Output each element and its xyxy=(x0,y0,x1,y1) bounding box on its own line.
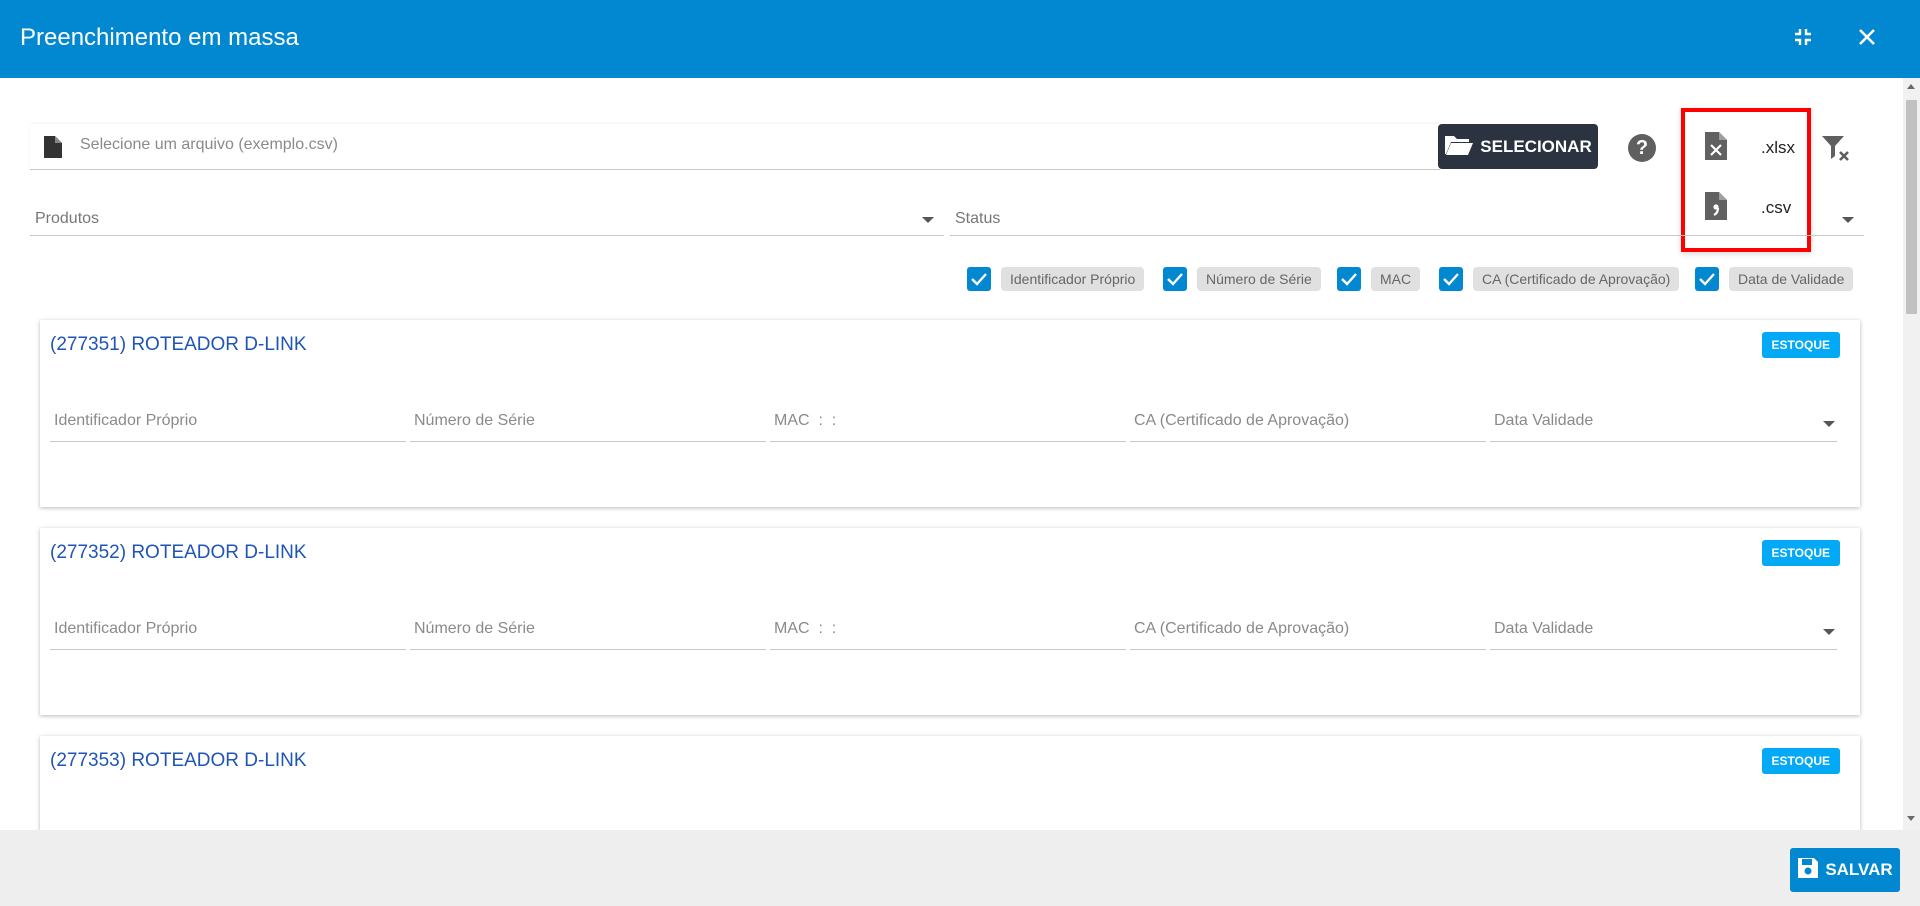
column-chip: CA (Certificado de Aprovação) xyxy=(1473,267,1680,291)
chevron-down-icon xyxy=(922,217,934,223)
mac-input[interactable] xyxy=(770,614,1126,644)
mac-field[interactable] xyxy=(770,614,1126,650)
product-card: (277352) ROTEADOR D-LINK ESTOQUE xyxy=(40,528,1860,715)
dialog-footer: SALVAR xyxy=(0,830,1920,906)
chevron-down-icon xyxy=(1823,421,1835,427)
help-icon[interactable]: ? xyxy=(1628,134,1656,162)
ca-input[interactable] xyxy=(1130,406,1486,436)
ca-input[interactable] xyxy=(1130,614,1486,644)
column-toggle-serie[interactable]: Número de Série xyxy=(1163,266,1321,292)
column-toggle-validade[interactable]: Data de Validade xyxy=(1695,266,1854,292)
column-chip: Data de Validade xyxy=(1729,267,1854,291)
checkbox-checked[interactable] xyxy=(1695,267,1719,291)
clear-filter-button[interactable] xyxy=(1820,134,1852,169)
chevron-down-icon xyxy=(1842,217,1854,223)
folder-open-icon xyxy=(1444,133,1474,160)
close-icon xyxy=(1857,27,1877,52)
file-picker[interactable] xyxy=(30,124,1440,170)
ca-field[interactable] xyxy=(1130,406,1486,442)
identificador-input[interactable] xyxy=(50,614,406,644)
column-chip: Número de Série xyxy=(1197,267,1321,291)
scroll-down-icon[interactable] xyxy=(1907,816,1915,821)
status-badge: ESTOQUE xyxy=(1761,748,1840,774)
collapse-button[interactable] xyxy=(1786,22,1820,56)
produtos-select[interactable]: Produtos xyxy=(30,200,944,236)
checkbox-checked[interactable] xyxy=(1163,267,1187,291)
export-xlsx-label: .xlsx xyxy=(1761,138,1795,157)
xlsx-file-icon xyxy=(1705,131,1727,165)
column-toggle-identificador[interactable]: Identificador Próprio xyxy=(967,266,1145,292)
save-button[interactable]: SALVAR xyxy=(1790,848,1900,892)
dialog-title: Preenchimento em massa xyxy=(20,24,299,51)
checkbox-checked[interactable] xyxy=(967,267,991,291)
validade-field[interactable] xyxy=(1490,406,1837,442)
validade-input[interactable] xyxy=(1490,406,1837,436)
scroll-up-icon[interactable] xyxy=(1907,84,1915,89)
chevron-down-icon xyxy=(1823,629,1835,635)
status-badge: ESTOQUE xyxy=(1761,540,1840,566)
mac-field[interactable] xyxy=(770,406,1126,442)
product-card: (277351) ROTEADOR D-LINK ESTOQUE xyxy=(40,320,1860,507)
validade-input[interactable] xyxy=(1490,614,1837,644)
select-file-label: SELECIONAR xyxy=(1480,136,1592,156)
validade-field[interactable] xyxy=(1490,614,1837,650)
identificador-input[interactable] xyxy=(50,406,406,436)
ca-field[interactable] xyxy=(1130,614,1486,650)
column-chip: Identificador Próprio xyxy=(1001,267,1145,291)
product-title: (277351) ROTEADOR D-LINK xyxy=(50,334,307,355)
column-toggle-mac[interactable]: MAC xyxy=(1337,266,1421,292)
save-icon xyxy=(1797,857,1819,884)
scrollbar-thumb[interactable] xyxy=(1906,100,1917,314)
export-xlsx-item[interactable]: .xlsx xyxy=(1705,126,1805,170)
checkbox-checked[interactable] xyxy=(1337,267,1361,291)
status-select[interactable]: Status xyxy=(950,200,1864,236)
status-label: Status xyxy=(955,210,1001,227)
product-card: (277353) ROTEADOR D-LINK ESTOQUE xyxy=(40,736,1860,830)
close-button[interactable] xyxy=(1850,22,1884,56)
column-chip: MAC xyxy=(1371,267,1421,291)
produtos-label: Produtos xyxy=(35,210,100,227)
select-file-button[interactable]: SELECIONAR xyxy=(1438,124,1598,169)
file-icon xyxy=(44,136,62,163)
file-path-input[interactable] xyxy=(80,136,1080,154)
collapse-icon xyxy=(1793,27,1813,52)
mac-input[interactable] xyxy=(770,406,1126,436)
dialog-header: Preenchimento em massa xyxy=(0,0,1920,78)
serie-input[interactable] xyxy=(410,406,766,436)
product-title: (277353) ROTEADOR D-LINK xyxy=(50,750,307,771)
filter-remove-icon xyxy=(1820,136,1852,168)
product-title: (277352) ROTEADOR D-LINK xyxy=(50,542,307,563)
status-badge: ESTOQUE xyxy=(1761,332,1840,358)
column-toggle-ca[interactable]: CA (Certificado de Aprovação) xyxy=(1439,266,1680,292)
vertical-scrollbar[interactable] xyxy=(1903,78,1920,830)
identificador-field[interactable] xyxy=(50,614,406,650)
serie-field[interactable] xyxy=(410,406,766,442)
dialog-content: SELECIONAR ? .xlsx .cs xyxy=(0,78,1920,830)
identificador-field[interactable] xyxy=(50,406,406,442)
save-label: SALVAR xyxy=(1825,860,1893,879)
serie-field[interactable] xyxy=(410,614,766,650)
serie-input[interactable] xyxy=(410,614,766,644)
checkbox-checked[interactable] xyxy=(1439,267,1463,291)
